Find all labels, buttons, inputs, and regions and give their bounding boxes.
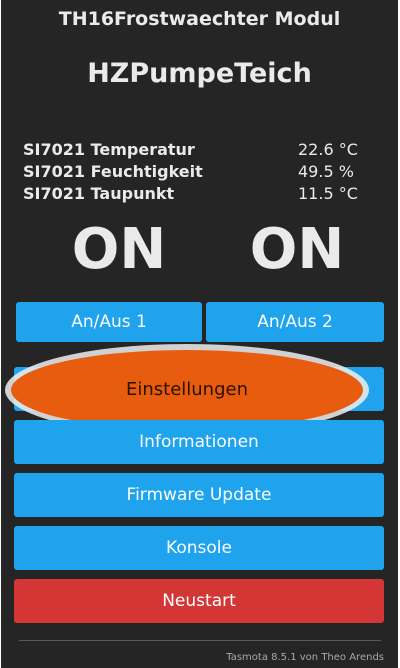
information-button[interactable]: Informationen [14, 420, 384, 464]
sensor-label: SI7021 Feuchtigkeit [23, 162, 203, 181]
toggle-2-button[interactable]: An/Aus 2 [206, 302, 384, 342]
console-button[interactable]: Konsole [14, 526, 384, 570]
divider [19, 640, 381, 641]
sensor-value: 49.5 % [298, 162, 354, 181]
sensor-row-dewpoint: SI7021 Taupunkt 11.5 °C [23, 184, 373, 208]
footer-credit[interactable]: Tasmota 8.5.1 von Theo Arends [226, 652, 384, 663]
firmware-update-button[interactable]: Firmware Update [14, 473, 384, 517]
sensor-row-humidity: SI7021 Feuchtigkeit 49.5 % [23, 162, 373, 186]
settings-button[interactable]: Einstellungen [11, 350, 363, 430]
power-state-1: ON [71, 217, 167, 282]
sensor-label: SI7021 Taupunkt [23, 184, 175, 203]
restart-button[interactable]: Neustart [14, 579, 384, 623]
tasmota-panel: TH16Frostwaechter Modul HZPumpeTeich SI7… [1, 0, 398, 668]
toggle-1-button[interactable]: An/Aus 1 [16, 302, 202, 342]
sensor-row-temperature: SI7021 Temperatur 22.6 °C [23, 140, 373, 164]
sensor-value: 22.6 °C [298, 140, 358, 159]
sensor-value: 11.5 °C [298, 184, 358, 203]
power-state-2: ON [249, 217, 345, 282]
sensor-label: SI7021 Temperatur [23, 140, 195, 159]
device-name: HZPumpeTeich [87, 58, 312, 89]
module-title: TH16Frostwaechter Modul [58, 8, 341, 30]
